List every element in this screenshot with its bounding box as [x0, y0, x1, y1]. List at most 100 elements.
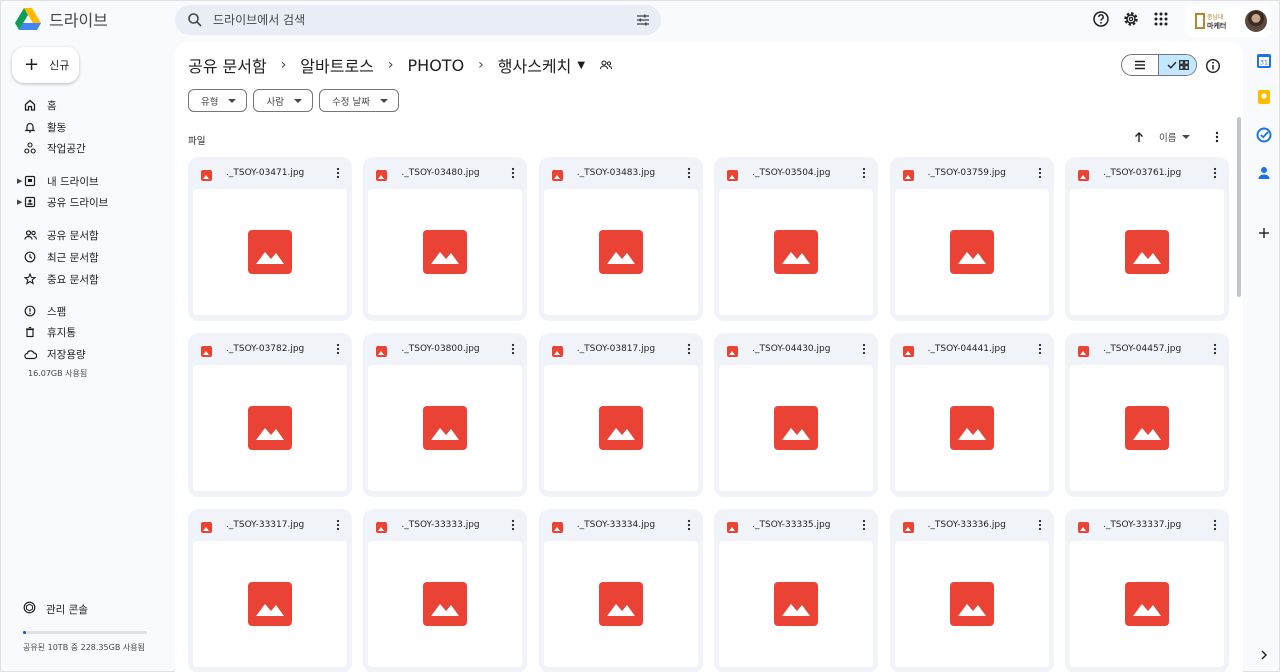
- file-thumbnail[interactable]: [719, 365, 874, 491]
- file-thumbnail[interactable]: [719, 541, 874, 667]
- account-switcher[interactable]: 충남대 마케터: [1185, 5, 1271, 37]
- tasks-icon[interactable]: [1256, 127, 1272, 143]
- breadcrumb-item[interactable]: 알바트로스: [300, 53, 374, 77]
- calendar-icon[interactable]: 31: [1256, 53, 1272, 69]
- file-card[interactable]: ._TSOY-04441.jpg: [889, 333, 1054, 497]
- more-options-icon[interactable]: [1213, 167, 1217, 179]
- more-options-icon[interactable]: [1038, 167, 1042, 179]
- file-card[interactable]: ._TSOY-33335.jpg: [714, 509, 879, 672]
- apps-grid-icon[interactable]: [1151, 9, 1171, 29]
- file-thumbnail[interactable]: [1069, 189, 1224, 315]
- file-thumbnail[interactable]: [894, 541, 1049, 667]
- more-options-icon[interactable]: [336, 343, 340, 355]
- file-card[interactable]: ._TSOY-03483.jpg: [538, 157, 703, 321]
- search-input[interactable]: [213, 10, 613, 30]
- file-card[interactable]: ._TSOY-33333.jpg: [363, 509, 528, 672]
- more-options-icon[interactable]: [1213, 343, 1217, 355]
- sidebar-item-shared-drives[interactable]: ▶ 공유 드라이브: [1, 192, 173, 212]
- folder-menu-dropdown-icon[interactable]: ▼: [577, 60, 585, 71]
- new-button[interactable]: + 신규: [12, 47, 79, 83]
- file-card[interactable]: ._TSOY-03471.jpg: [188, 157, 352, 321]
- sidebar-item-shared-with-me[interactable]: 공유 문서함: [1, 225, 173, 245]
- file-card[interactable]: ._TSOY-03782.jpg: [188, 333, 352, 497]
- search-options-icon[interactable]: [635, 12, 651, 28]
- sidebar-item-workspaces[interactable]: 작업공간: [1, 138, 173, 158]
- sidebar-item-storage[interactable]: 저장용량: [1, 344, 173, 364]
- file-thumbnail[interactable]: [368, 365, 523, 491]
- contacts-icon[interactable]: [1256, 165, 1272, 181]
- sort-direction-arrow-up-icon[interactable]: [1133, 131, 1145, 143]
- file-thumbnail[interactable]: [719, 189, 874, 315]
- sort-by-name-button[interactable]: 이름: [1159, 130, 1191, 144]
- breadcrumb-item[interactable]: PHOTO: [408, 56, 465, 75]
- more-options-icon[interactable]: [862, 167, 866, 179]
- file-card[interactable]: ._TSOY-03800.jpg: [363, 333, 528, 497]
- more-options-icon[interactable]: [336, 519, 340, 531]
- breadcrumb-item[interactable]: 공유 문서함: [188, 53, 267, 77]
- sidebar-item-activity[interactable]: 활동: [1, 117, 173, 137]
- file-thumbnail[interactable]: [1069, 365, 1224, 491]
- sidebar-item-recent[interactable]: 최근 문서함: [1, 247, 173, 267]
- more-options-icon[interactable]: [511, 343, 515, 355]
- search-icon[interactable]: [187, 12, 203, 28]
- file-thumbnail[interactable]: [193, 541, 347, 667]
- sidebar-item-spam[interactable]: 스팸: [1, 301, 173, 321]
- file-card[interactable]: ._TSOY-33336.jpg: [889, 509, 1054, 672]
- more-options-icon[interactable]: [511, 167, 515, 179]
- file-thumbnail[interactable]: [894, 189, 1049, 315]
- breadcrumb-current-folder[interactable]: 행사스케치: [498, 53, 572, 77]
- grid-view-button[interactable]: [1158, 55, 1196, 75]
- file-thumbnail[interactable]: [193, 189, 347, 315]
- collapse-panel-chevron-icon[interactable]: [1256, 647, 1272, 663]
- file-thumbnail[interactable]: [193, 365, 347, 491]
- sidebar-item-home[interactable]: 홈: [1, 95, 173, 115]
- more-options-icon[interactable]: [687, 167, 691, 179]
- more-options-icon[interactable]: [687, 343, 691, 355]
- file-card[interactable]: ._TSOY-04430.jpg: [714, 333, 879, 497]
- avatar[interactable]: [1245, 10, 1267, 32]
- file-card[interactable]: ._TSOY-03504.jpg: [714, 157, 879, 321]
- file-thumbnail[interactable]: [368, 189, 523, 315]
- search-bar[interactable]: [175, 5, 661, 35]
- more-options-icon[interactable]: [1038, 343, 1042, 355]
- sidebar-item-trash[interactable]: 휴지통: [1, 322, 173, 342]
- scrollbar[interactable]: [1237, 117, 1241, 297]
- more-options-icon[interactable]: [1213, 519, 1217, 531]
- file-thumbnail[interactable]: [894, 365, 1049, 491]
- list-view-button[interactable]: [1122, 55, 1158, 75]
- expand-caret-icon[interactable]: ▶: [17, 198, 22, 206]
- file-card[interactable]: ._TSOY-33337.jpg: [1064, 509, 1229, 672]
- file-card[interactable]: ._TSOY-04457.jpg: [1064, 333, 1229, 497]
- file-card[interactable]: ._TSOY-03817.jpg: [538, 333, 703, 497]
- filter-modified-chip[interactable]: 수정 날짜: [318, 89, 399, 112]
- file-card[interactable]: ._TSOY-33317.jpg: [188, 509, 352, 672]
- more-options-icon[interactable]: [336, 167, 340, 179]
- file-card[interactable]: ._TSOY-33334.jpg: [538, 509, 703, 672]
- sidebar-item-my-drive[interactable]: ▶ 내 드라이브: [1, 171, 173, 191]
- filter-people-chip[interactable]: 사람: [253, 89, 313, 112]
- file-thumbnail[interactable]: [543, 189, 698, 315]
- file-thumbnail[interactable]: [368, 541, 523, 667]
- more-options-icon[interactable]: [687, 519, 691, 531]
- admin-console-link[interactable]: 관리 콘솔: [23, 601, 88, 617]
- drive-logo[interactable]: 드라이브: [15, 7, 108, 31]
- more-options-icon[interactable]: [1211, 130, 1223, 144]
- expand-caret-icon[interactable]: ▶: [17, 177, 22, 185]
- file-card[interactable]: ._TSOY-03480.jpg: [363, 157, 528, 321]
- file-card[interactable]: ._TSOY-03761.jpg: [1064, 157, 1229, 321]
- more-options-icon[interactable]: [862, 519, 866, 531]
- filter-type-chip[interactable]: 유형: [188, 89, 248, 112]
- settings-gear-icon[interactable]: [1121, 9, 1141, 29]
- more-options-icon[interactable]: [1038, 519, 1042, 531]
- help-icon[interactable]: [1091, 9, 1111, 29]
- get-addons-plus-icon[interactable]: [1256, 225, 1272, 241]
- sidebar-item-starred[interactable]: 중요 문서함: [1, 269, 173, 289]
- details-info-icon[interactable]: [1205, 58, 1221, 74]
- more-options-icon[interactable]: [862, 343, 866, 355]
- file-thumbnail[interactable]: [1069, 541, 1224, 667]
- file-thumbnail[interactable]: [543, 541, 698, 667]
- more-options-icon[interactable]: [511, 519, 515, 531]
- file-thumbnail[interactable]: [543, 365, 698, 491]
- file-card[interactable]: ._TSOY-03759.jpg: [889, 157, 1054, 321]
- keep-icon[interactable]: [1256, 89, 1272, 105]
